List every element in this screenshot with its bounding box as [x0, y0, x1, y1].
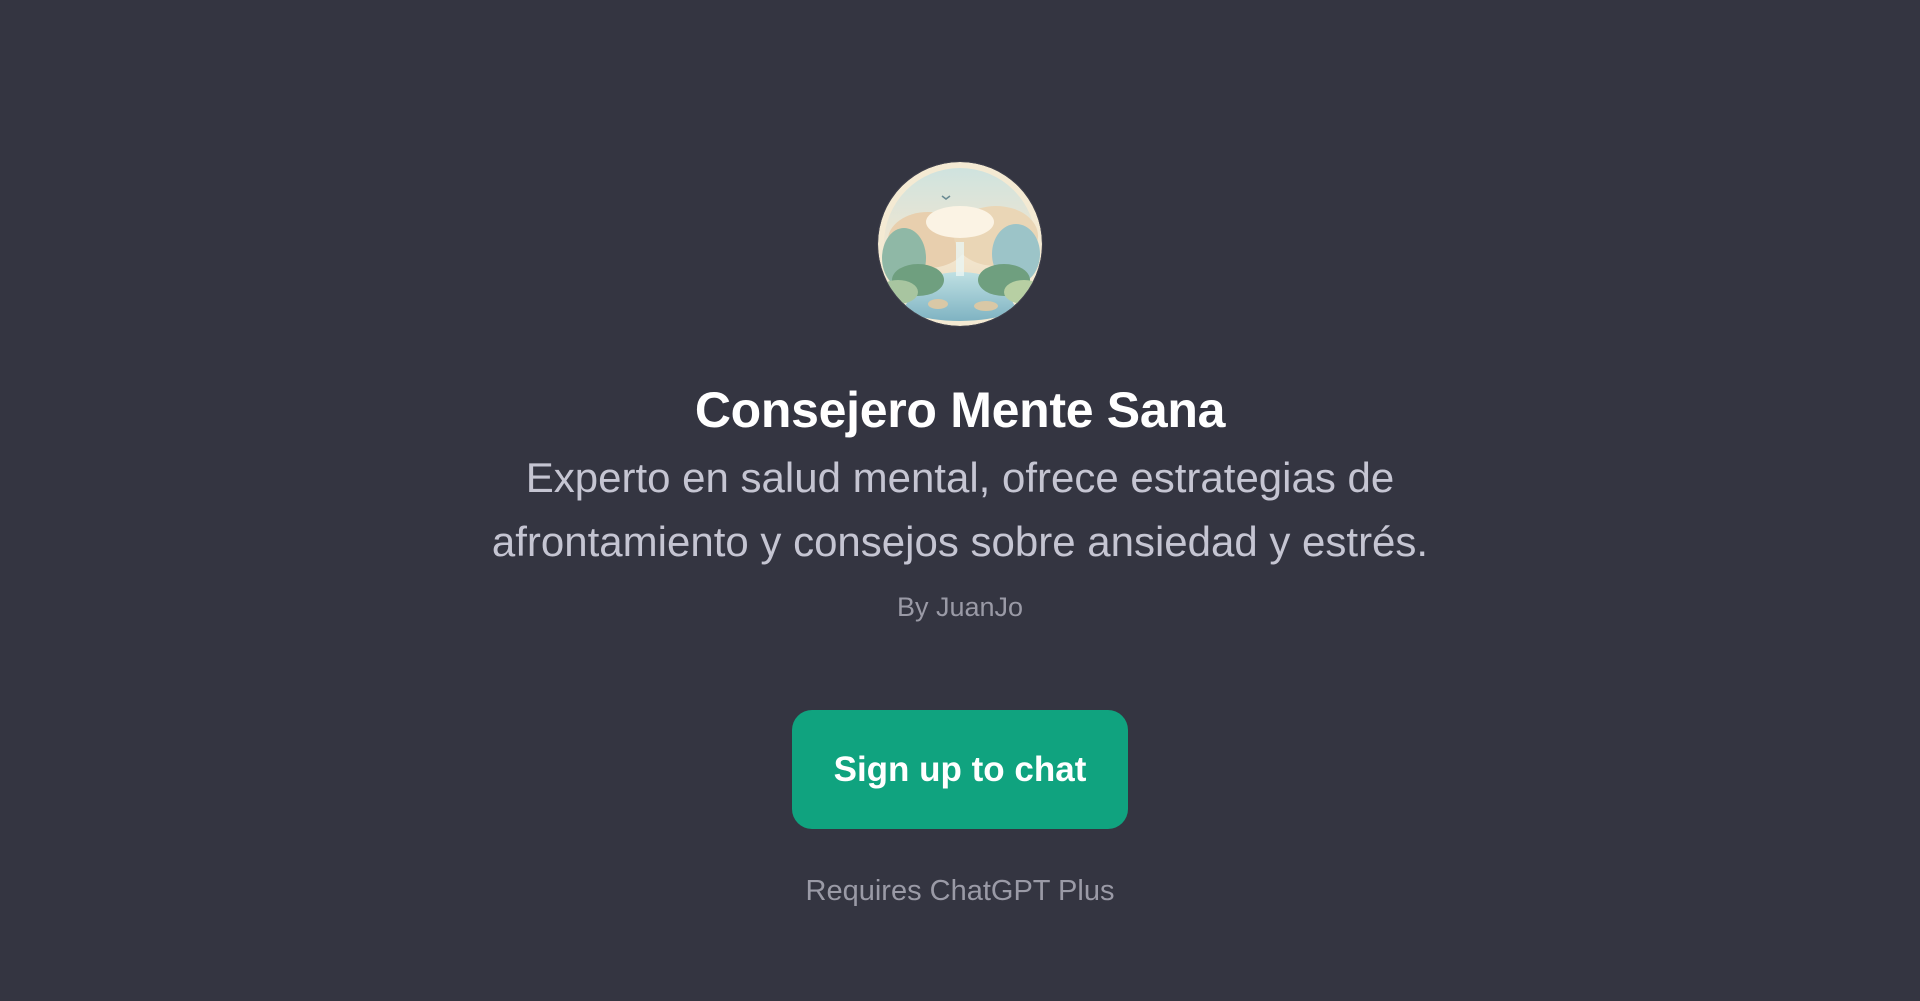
gpt-description-line: afrontamiento y consejos sobre ansiedad …	[491, 518, 1429, 565]
author-byline: By JuanJo	[896, 592, 1024, 622]
requirement-note: Requires ChatGPT Plus	[805, 875, 1115, 907]
landscape-avatar-icon	[878, 162, 1042, 326]
gpt-description: Experto en salud mental, ofrece estrateg…	[400, 446, 1520, 574]
sign-up-to-chat-button[interactable]: Sign up to chat	[792, 710, 1128, 829]
gpt-avatar	[878, 162, 1042, 326]
gpt-title: Consejero Mente Sana	[694, 382, 1226, 438]
gpt-landing: Consejero Mente Sana Experto en salud me…	[0, 0, 1920, 1001]
gpt-description-line: Experto en salud mental, ofrece estrateg…	[525, 454, 1395, 501]
